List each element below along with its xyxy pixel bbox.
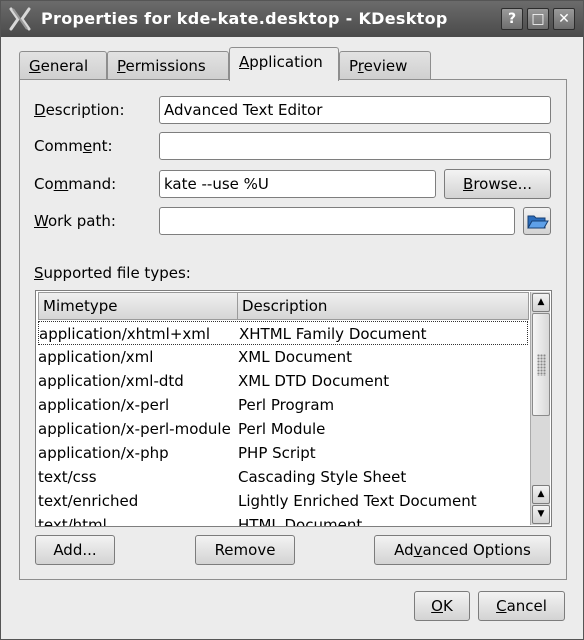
- description-label-mnemonic: D: [34, 101, 46, 119]
- tab-permissions[interactable]: Permissions: [107, 51, 229, 80]
- description-field[interactable]: Advanced Text Editor: [159, 96, 551, 124]
- supported-file-types-label: Supported file types:: [34, 264, 191, 282]
- table-row[interactable]: application/x-perl Perl Program: [38, 393, 528, 417]
- ok-button[interactable]: OK: [414, 591, 470, 621]
- mimetype-cell: text/css: [38, 468, 97, 486]
- browse-work-path-button[interactable]: [523, 207, 551, 235]
- mimetype-cell: application/x-perl: [38, 396, 170, 414]
- ok-button-mnemonic: O: [431, 597, 443, 615]
- table-row[interactable]: application/xhtml+xml XHTML Family Docum…: [38, 321, 528, 345]
- mimetype-cell: application/xml: [38, 348, 154, 366]
- browse-button-label: rowse...: [473, 175, 532, 193]
- description-cell: XML DTD Document: [238, 372, 390, 390]
- file-types-list[interactable]: Mimetype Description application/xhtml+x…: [35, 290, 552, 527]
- table-row[interactable]: application/x-perl-module Perl Module: [38, 417, 528, 441]
- tab-preview-label: eview: [363, 57, 408, 75]
- comment-field[interactable]: [159, 132, 551, 160]
- advanced-options-button[interactable]: Advanced Options: [374, 535, 551, 565]
- tab-preview-label-pre: P: [349, 57, 358, 75]
- tab-general-mnemonic: G: [29, 57, 41, 75]
- description-cell: Lightly Enriched Text Document: [238, 492, 477, 510]
- description-label: Description:: [34, 101, 125, 119]
- cancel-button[interactable]: Cancel: [478, 591, 565, 621]
- table-row[interactable]: text/enriched Lightly Enriched Text Docu…: [38, 489, 528, 513]
- grip-icon: [537, 354, 546, 376]
- work-path-label-mnemonic: W: [34, 212, 48, 230]
- tab-permissions-mnemonic: P: [117, 57, 126, 75]
- folder-open-icon: [527, 215, 549, 229]
- table-row[interactable]: application/xml XML Document: [38, 345, 528, 369]
- maximize-button[interactable]: □: [527, 8, 549, 30]
- description-cell: HTML Document: [238, 516, 363, 526]
- table-row[interactable]: application/xml-dtd XML DTD Document: [38, 369, 528, 393]
- description-label-text: escription:: [45, 101, 125, 119]
- browse-button-mnemonic: B: [463, 175, 474, 193]
- table-row[interactable]: application/x-php PHP Script: [38, 441, 528, 465]
- command-label-text: mand:: [68, 175, 117, 193]
- mimetype-cell: application/x-php: [38, 444, 169, 462]
- tab-general[interactable]: General: [19, 51, 107, 80]
- comment-label: Comment:: [34, 137, 113, 155]
- work-path-label-text: ork path:: [47, 212, 116, 230]
- supported-file-types-text: upported file types:: [43, 264, 191, 282]
- supported-file-types-mnemonic: S: [34, 264, 44, 282]
- column-header-description[interactable]: Description: [237, 292, 529, 320]
- scroll-down-arrow-icon[interactable]: ▼: [532, 505, 550, 524]
- column-header-mimetype[interactable]: Mimetype: [38, 292, 238, 320]
- properties-dialog: Properties for kde-kate.desktop - KDeskt…: [0, 0, 584, 640]
- tab-application-mnemonic: A: [239, 53, 250, 71]
- tab-preview[interactable]: Preview: [339, 51, 431, 80]
- mimetype-cell: text/html: [38, 516, 107, 526]
- mimetype-cell: application/x-perl-module: [38, 420, 231, 438]
- application-panel: Description: Advanced Text Editor Commen…: [19, 79, 567, 580]
- list-header: Mimetype Description: [38, 292, 529, 320]
- title-bar[interactable]: Properties for kde-kate.desktop - KDeskt…: [1, 1, 583, 37]
- command-field[interactable]: kate --use %U: [159, 170, 436, 198]
- window-title: Properties for kde-kate.desktop - KDeskt…: [41, 9, 448, 28]
- table-row[interactable]: text/css Cascading Style Sheet: [38, 465, 528, 489]
- close-button[interactable]: ✕: [553, 8, 575, 30]
- description-cell: XML Document: [238, 348, 353, 366]
- comment-label-pre: Comm: [34, 137, 83, 155]
- vertical-scrollbar[interactable]: ▲ ▲ ▼: [530, 292, 550, 525]
- scroll-up-arrow-icon[interactable]: ▲: [532, 293, 550, 312]
- list-rows: application/xhtml+xml XHTML Family Docum…: [38, 321, 528, 526]
- advanced-options-label: anced Options: [422, 541, 531, 559]
- comment-label-mnemonic: e: [82, 137, 93, 155]
- help-button[interactable]: ?: [501, 8, 523, 30]
- remove-button[interactable]: Remove: [195, 535, 295, 565]
- tab-permissions-label: ermissions: [125, 57, 206, 75]
- description-cell: Perl Program: [238, 396, 335, 414]
- mimetype-cell: application/xhtml+xml: [39, 325, 211, 343]
- command-label-pre: Co: [34, 175, 54, 193]
- command-label: Command:: [34, 175, 116, 193]
- comment-label-text: nt:: [92, 137, 113, 155]
- work-path-label: Work path:: [34, 212, 116, 230]
- tab-application[interactable]: Application: [229, 47, 339, 81]
- description-cell: Cascading Style Sheet: [238, 468, 407, 486]
- scroll-up-arrow-icon[interactable]: ▲: [532, 485, 550, 504]
- description-cell: XHTML Family Document: [239, 325, 427, 343]
- tab-general-label: eneral: [40, 57, 89, 75]
- command-label-mnemonic: m: [53, 175, 69, 193]
- tab-application-label: pplication: [249, 53, 323, 71]
- description-cell: PHP Script: [238, 444, 316, 462]
- cancel-button-mnemonic: C: [496, 597, 507, 615]
- table-row[interactable]: text/html HTML Document: [38, 513, 528, 526]
- scrollbar-thumb[interactable]: [532, 313, 550, 416]
- ok-button-label: K: [442, 597, 453, 615]
- kde-x-icon[interactable]: [7, 6, 33, 32]
- mimetype-cell: application/xml-dtd: [38, 372, 184, 390]
- work-path-field[interactable]: [159, 207, 515, 235]
- add-button[interactable]: Add...: [35, 535, 115, 565]
- description-cell: Perl Module: [238, 420, 326, 438]
- browse-button[interactable]: Browse...: [444, 169, 551, 199]
- mimetype-cell: text/enriched: [38, 492, 139, 510]
- advanced-options-pre: Ad: [394, 541, 414, 559]
- cancel-button-label: ancel: [506, 597, 547, 615]
- advanced-options-mnemonic: v: [413, 541, 423, 559]
